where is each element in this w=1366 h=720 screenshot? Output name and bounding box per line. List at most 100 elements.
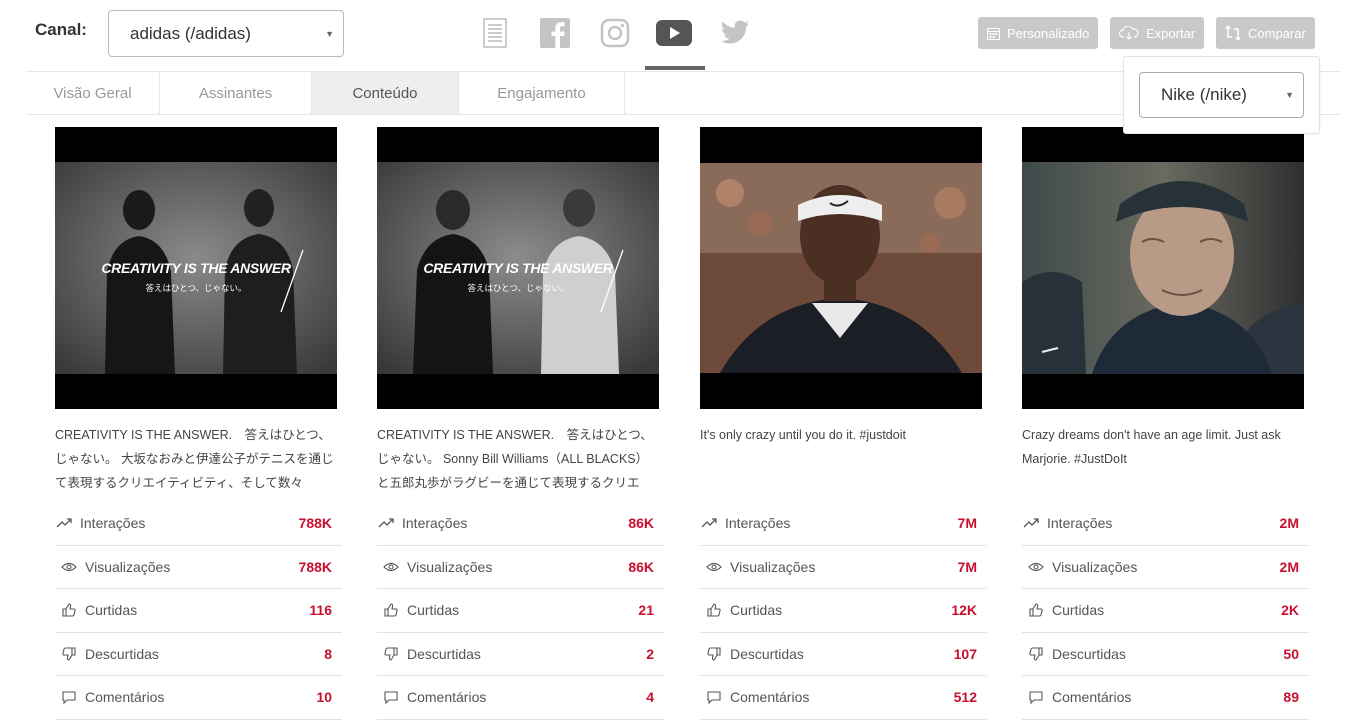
metric-value: 86K <box>628 558 654 575</box>
post-card[interactable]: Crazy dreams don't have an age limit. Ju… <box>1022 127 1309 495</box>
metric-label: Interações <box>725 515 791 532</box>
metric-interacoes: Interações 2M <box>1022 502 1309 546</box>
eye-icon <box>382 558 400 576</box>
post-thumbnail[interactable] <box>700 127 982 409</box>
eye-icon <box>60 558 78 576</box>
compare-channel-select[interactable]: Nike (/nike) ▼ <box>1139 72 1304 118</box>
post-metrics: Interações 788K Visualizações 788K Curti… <box>55 502 342 720</box>
metric-curtidas: Curtidas 12K <box>700 589 987 633</box>
exportar-button[interactable]: Exportar <box>1110 17 1205 49</box>
metric-comentarios: Comentários 512 <box>700 676 987 720</box>
post-card[interactable]: CREATIVITY IS THE ANSWER 答えはひとつ、じゃない。 CR… <box>377 127 664 495</box>
video-overlay-title: CREATIVITY IS THE ANSWER <box>423 260 613 276</box>
post-thumbnail[interactable]: CREATIVITY IS THE ANSWER 答えはひとつ、じゃない。 <box>55 127 337 409</box>
post-thumbnail[interactable] <box>1022 127 1304 409</box>
metric-value: 107 <box>953 645 977 662</box>
exportar-label: Exportar <box>1146 25 1196 41</box>
video-overlay-title: CREATIVITY IS THE ANSWER <box>101 260 291 276</box>
metric-label: Visualizações <box>1052 558 1138 575</box>
metric-curtidas: Curtidas 116 <box>55 589 342 633</box>
metric-label: Curtidas <box>1052 602 1105 619</box>
metric-comentarios: Comentários 4 <box>377 676 664 720</box>
metric-descurtidas: Descurtidas 107 <box>700 633 987 676</box>
thumbs-up-icon <box>60 601 78 619</box>
comparar-label: Comparar <box>1248 25 1306 41</box>
thumbs-up-icon <box>382 601 400 619</box>
metric-visualizacoes: Visualizações 86K <box>377 546 664 589</box>
metric-value: 12K <box>951 602 977 619</box>
compare-select-value: Nike (/nike) <box>1161 85 1247 104</box>
tab-assinantes[interactable]: Assinantes <box>160 72 312 114</box>
metric-label: Comentários <box>85 689 165 706</box>
metric-value: 512 <box>953 689 977 706</box>
post-metrics: Interações 2M Visualizações 2M Curtidas … <box>1022 502 1309 720</box>
metric-comentarios: Comentários 89 <box>1022 676 1309 720</box>
metric-value: 50 <box>1283 645 1299 662</box>
document-icon[interactable] <box>476 14 514 52</box>
metric-label: Descurtidas <box>407 645 481 662</box>
metric-label: Comentários <box>730 689 810 706</box>
comparar-button[interactable]: Comparar <box>1216 17 1315 49</box>
trend-up-icon <box>1022 514 1040 532</box>
trend-up-icon <box>55 514 73 532</box>
metric-value: 89 <box>1283 689 1299 706</box>
personalizado-button[interactable]: Personalizado <box>978 17 1099 49</box>
metric-label: Descurtidas <box>85 645 159 662</box>
metric-curtidas: Curtidas 2K <box>1022 589 1309 633</box>
chevron-down-icon: ▼ <box>1285 90 1294 100</box>
metric-value: 2 <box>646 645 654 662</box>
post-caption: CREATIVITY IS THE ANSWER. 答えはひとつ、じゃない。 S… <box>377 428 653 490</box>
metric-label: Comentários <box>407 689 487 706</box>
youtube-icon[interactable] <box>655 14 693 52</box>
thumbs-down-icon <box>60 645 78 663</box>
video-overlay-subtitle: 答えはひとつ、じゃない。 <box>467 283 569 293</box>
chevron-down-icon: ▼ <box>325 28 334 39</box>
trend-up-icon <box>377 514 395 532</box>
metric-value: 2M <box>1279 515 1299 532</box>
metric-label: Visualizações <box>730 558 816 575</box>
tab-label: Visão Geral <box>53 84 132 102</box>
metric-value: 788K <box>298 515 332 532</box>
post-thumbnail[interactable]: CREATIVITY IS THE ANSWER 答えはひとつ、じゃない。 <box>377 127 659 409</box>
metric-label: Visualizações <box>85 558 171 575</box>
metric-value: 86K <box>628 515 654 532</box>
metric-value: 8 <box>324 645 332 662</box>
canal-select-value: adidas (/adidas) <box>130 23 251 43</box>
post-caption: It's only crazy until you do it. #justdo… <box>700 428 906 442</box>
metric-label: Comentários <box>1052 689 1132 706</box>
metric-value: 4 <box>646 689 654 706</box>
compare-arrows-icon <box>1225 25 1241 41</box>
metric-label: Visualizações <box>407 558 493 575</box>
facebook-icon[interactable] <box>536 14 574 52</box>
metric-interacoes: Interações 788K <box>55 502 342 546</box>
canal-select[interactable]: adidas (/adidas) ▼ <box>108 10 344 57</box>
thumbs-up-icon <box>705 601 723 619</box>
trend-up-icon <box>700 514 718 532</box>
tab-visao-geral[interactable]: Visão Geral <box>26 72 160 114</box>
metric-visualizacoes: Visualizações 7M <box>700 546 987 589</box>
instagram-icon[interactable] <box>596 14 634 52</box>
eye-icon <box>705 558 723 576</box>
post-card[interactable]: CREATIVITY IS THE ANSWER 答えはひとつ、じゃない。 CR… <box>55 127 342 495</box>
video-overlay-subtitle: 答えはひとつ、じゃない。 <box>145 283 247 293</box>
metric-descurtidas: Descurtidas 8 <box>55 633 342 676</box>
tab-conteudo[interactable]: Conteúdo <box>312 72 459 114</box>
canal-label: Canal: <box>35 20 87 39</box>
metric-label: Descurtidas <box>1052 645 1126 662</box>
comment-icon <box>60 688 78 706</box>
post-caption: Crazy dreams don't have an age limit. Ju… <box>1022 428 1281 466</box>
eye-icon <box>1027 558 1045 576</box>
metric-curtidas: Curtidas 21 <box>377 589 664 633</box>
post-caption: CREATIVITY IS THE ANSWER. 答えはひとつ、じゃない。 大… <box>55 428 334 490</box>
comment-icon <box>705 688 723 706</box>
tab-label: Engajamento <box>497 84 586 102</box>
metric-label: Curtidas <box>407 602 460 619</box>
comment-icon <box>1027 688 1045 706</box>
tab-engajamento[interactable]: Engajamento <box>459 72 625 114</box>
metric-value: 788K <box>298 558 332 575</box>
post-card[interactable]: It's only crazy until you do it. #justdo… <box>700 127 987 495</box>
metric-label: Descurtidas <box>730 645 804 662</box>
comment-icon <box>382 688 400 706</box>
calendar-icon <box>987 27 1000 40</box>
twitter-icon[interactable] <box>716 14 754 52</box>
